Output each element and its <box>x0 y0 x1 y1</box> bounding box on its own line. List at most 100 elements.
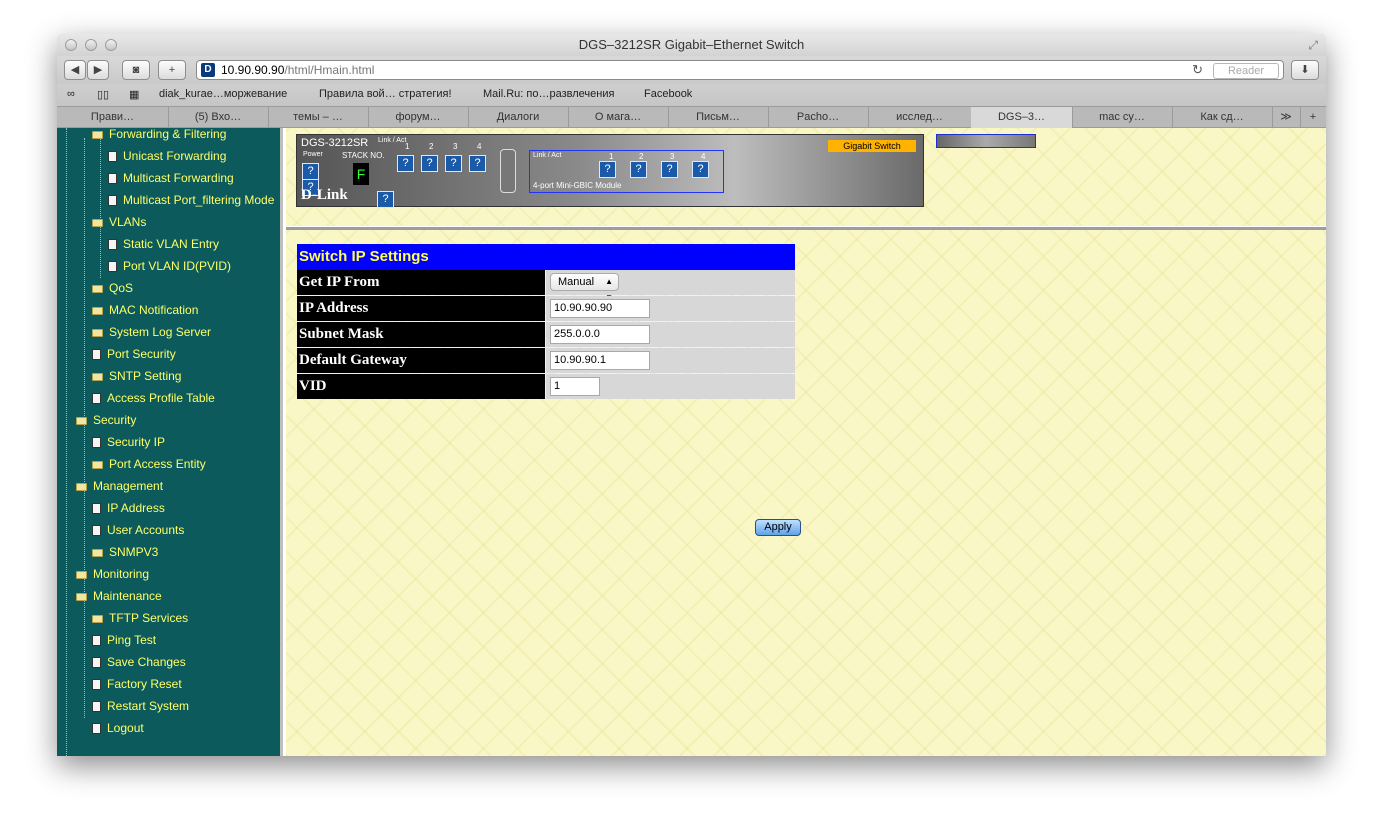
sidebar-item[interactable]: Monitoring <box>76 565 149 583</box>
sidebar-item[interactable]: IP Address <box>92 499 165 517</box>
tab-2[interactable]: темы – … <box>268 107 369 128</box>
tab-7[interactable]: Pacho… <box>768 107 869 128</box>
ethernet-port-2[interactable]: ? <box>421 155 438 172</box>
tab-4[interactable]: Диалоги <box>468 107 569 128</box>
module-link-act-label: Link / Act <box>533 152 562 159</box>
subnet-mask-input[interactable]: 255.0.0.0 <box>550 325 650 344</box>
tab-5[interactable]: О мага… <box>568 107 669 128</box>
back-button[interactable]: ◀ <box>64 60 86 80</box>
sidebar-item[interactable]: User Accounts <box>92 521 184 539</box>
page-icon <box>92 349 101 361</box>
folder-icon <box>92 284 103 293</box>
sidebar-item[interactable]: Unicast Forwarding <box>108 147 226 165</box>
top-sites-grid-icon[interactable]: ▦ <box>129 88 139 101</box>
forward-button[interactable]: ▶ <box>87 60 109 80</box>
frame-divider[interactable] <box>286 226 1326 230</box>
get-ip-select[interactable]: Manual▲▼ <box>550 273 619 302</box>
browser-window: DGS–3212SR Gigabit–Ethernet Switch ⤢ ◀ ▶… <box>57 34 1326 756</box>
rs232-port[interactable] <box>500 149 516 193</box>
bookmark-rules[interactable]: Правила вой… стратегия! <box>319 88 452 100</box>
stack-port[interactable]: ? <box>377 191 394 208</box>
fullscreen-icon[interactable]: ⤢ <box>1308 38 1318 53</box>
sidebar-item[interactable]: TFTP Services <box>92 609 188 627</box>
tab-overflow-icon[interactable]: ≫ <box>1272 107 1301 128</box>
sidebar-item[interactable]: MAC Notification <box>92 301 198 319</box>
tab-11[interactable]: Как сд… <box>1172 107 1273 128</box>
sidebar-item-label: IP Address <box>107 501 165 515</box>
get-ip-row: Get IP From Manual▲▼ <box>297 270 795 302</box>
reading-list-icon[interactable]: ∞ <box>67 88 75 100</box>
sidebar-item[interactable]: Security <box>76 411 136 429</box>
tab-10[interactable]: mac су… <box>1072 107 1173 128</box>
page-icon <box>92 679 101 691</box>
sidebar-item[interactable]: Access Profile Table <box>92 389 215 407</box>
sidebar-item[interactable]: QoS <box>92 279 133 297</box>
sidebar-item[interactable]: Static VLAN Entry <box>108 235 219 253</box>
page-icon <box>108 195 117 207</box>
sidebar-item[interactable]: Port VLAN ID(PVID) <box>108 257 231 275</box>
sidebar-item-label: Restart System <box>107 699 190 713</box>
sidebar-item[interactable]: Restart System <box>92 697 189 715</box>
sfp-port-2[interactable]: ? <box>630 161 647 178</box>
folder-open-icon <box>76 482 87 491</box>
ethernet-port-3[interactable]: ? <box>445 155 462 172</box>
sidebar-item[interactable]: Port Security <box>92 345 176 363</box>
tab-8[interactable]: исслед… <box>868 107 972 128</box>
sfp-port-1[interactable]: ? <box>599 161 616 178</box>
sfp-port-4[interactable]: ? <box>692 161 709 178</box>
ethernet-port-1[interactable]: ? <box>397 155 414 172</box>
sidebar-item[interactable]: Forwarding & Filtering <box>92 128 226 143</box>
tab-0[interactable]: Прави… <box>57 107 169 128</box>
sfp-port-3[interactable]: ? <box>661 161 678 178</box>
bookmarks-book-icon[interactable]: ▯▯ <box>97 88 109 101</box>
add-bookmark-button[interactable]: + <box>158 60 186 80</box>
bookmark-facebook[interactable]: Facebook <box>644 88 692 100</box>
url-text[interactable]: 10.90.90.90/html/Hmain.html <box>221 63 374 77</box>
sidebar-item[interactable]: System Log Server <box>92 323 211 341</box>
address-bar[interactable]: D 10.90.90.90/html/Hmain.html ↻ Reader <box>196 60 1284 80</box>
ip-address-input[interactable]: 10.90.90.90 <box>550 299 650 318</box>
reader-button[interactable]: Reader <box>1213 63 1279 79</box>
vid-input[interactable]: 1 <box>550 377 600 396</box>
screenshot-button[interactable]: ◙ <box>122 60 150 80</box>
tab-6[interactable]: Письм… <box>668 107 769 128</box>
apply-button[interactable]: Apply <box>755 519 801 536</box>
module-label: 4-port Mini-GBIC Module <box>533 181 622 190</box>
bookmark-mailru[interactable]: Mail.Ru: по…развлечения <box>483 88 614 100</box>
tab-1[interactable]: (5) Вхо… <box>168 107 269 128</box>
sidebar-item[interactable]: SNTP Setting <box>92 367 181 385</box>
sidebar-item[interactable]: Ping Test <box>92 631 156 649</box>
back-arrow-icon: ◀ <box>70 64 80 76</box>
forward-arrow-icon: ▶ <box>93 64 103 76</box>
page-icon <box>108 173 117 185</box>
bookmark-diak[interactable]: diak_kurae…моржевание <box>159 88 287 100</box>
sidebar-item-label: Port VLAN ID(PVID) <box>123 259 232 273</box>
console-port[interactable]: ? <box>302 163 319 180</box>
default-gateway-input[interactable]: 10.90.90.1 <box>550 351 650 370</box>
sidebar-item[interactable]: Port Access Entity <box>92 455 206 473</box>
tab-9-active[interactable]: DGS–3… <box>971 107 1073 128</box>
new-tab-icon[interactable]: + <box>1300 107 1326 128</box>
sidebar-item[interactable]: Save Changes <box>92 653 186 671</box>
sidebar-item[interactable]: SNMPV3 <box>92 543 158 561</box>
subnet-mask-row: Subnet Mask 255.0.0.0 <box>297 322 795 348</box>
sidebar-item[interactable]: Security IP <box>92 433 165 451</box>
sidebar-item[interactable]: Logout <box>92 719 144 737</box>
sidebar-item-label: Multicast Port_filtering Mode <box>123 193 275 207</box>
ethernet-port-4[interactable]: ? <box>469 155 486 172</box>
tab-3[interactable]: форум… <box>368 107 469 128</box>
sidebar-item[interactable]: Maintenance <box>76 587 162 605</box>
tab-bar: Прави… (5) Вхо… темы – … форум… Диалоги … <box>57 106 1326 128</box>
sidebar-item[interactable]: VLANs <box>92 213 146 231</box>
sidebar-item[interactable]: Factory Reset <box>92 675 182 693</box>
dlink-favicon-icon: D <box>201 63 215 77</box>
page-icon <box>92 635 101 647</box>
sidebar-item[interactable]: Multicast Forwarding <box>108 169 234 187</box>
reload-icon[interactable]: ↻ <box>1192 62 1203 78</box>
downloads-button[interactable]: ⬇ <box>1291 60 1319 80</box>
sidebar-item[interactable]: Multicast Port_filtering Mode <box>108 191 274 209</box>
device-thumbnail[interactable] <box>936 134 1036 148</box>
subnet-mask-label: Subnet Mask <box>297 322 545 347</box>
bookmarks-bar: ∞ ▯▯ ▦ diak_kurae…моржевание Правила вой… <box>57 84 1326 106</box>
sidebar-item[interactable]: Management <box>76 477 163 495</box>
